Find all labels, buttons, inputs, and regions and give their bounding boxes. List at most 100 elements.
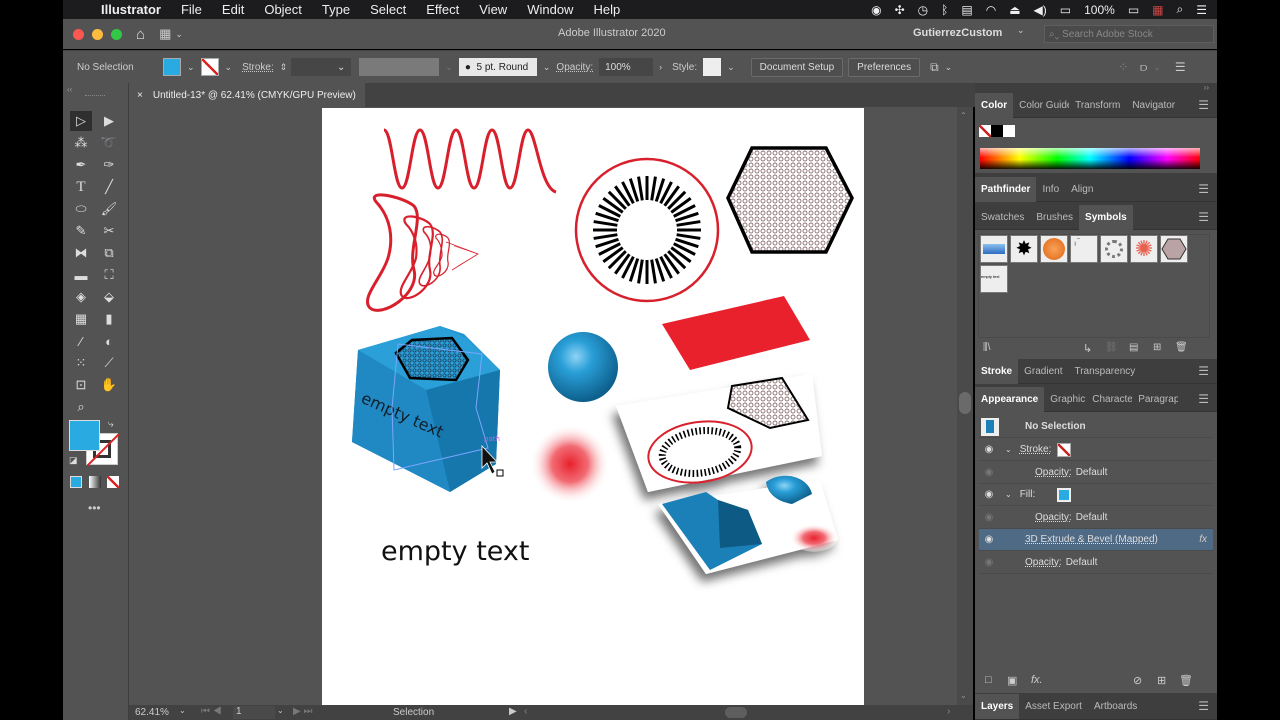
type-tool-icon[interactable]: T bbox=[70, 177, 92, 197]
arrange-chevron-icon[interactable]: ⌄ bbox=[1153, 62, 1161, 73]
stroke-label[interactable]: Stroke: bbox=[242, 62, 274, 73]
perspective-panel-lower[interactable] bbox=[658, 475, 838, 574]
selection-tool-icon[interactable]: ▷ bbox=[70, 111, 92, 131]
tab-transform[interactable]: Transform bbox=[1069, 93, 1126, 118]
reflect-tool-icon[interactable]: ⧓ bbox=[70, 243, 92, 263]
visibility-eye-icon[interactable]: ◉ bbox=[979, 444, 999, 455]
opacity-attr-label[interactable]: Opacity: bbox=[1035, 512, 1072, 523]
collapse-toolbar-icon[interactable]: ‹‹ bbox=[67, 85, 72, 94]
tab-info[interactable]: Info bbox=[1036, 177, 1065, 202]
stock-search-input[interactable]: ⌕⌄ Search Adobe Stock bbox=[1044, 25, 1214, 43]
fill-swatch[interactable] bbox=[163, 58, 181, 76]
appearance-row-stroke-opacity[interactable]: ◉ Opacity: Default bbox=[979, 462, 1213, 484]
place-symbol-icon[interactable]: ↳ bbox=[1083, 342, 1092, 355]
notification-center-icon[interactable]: ☰ bbox=[1196, 3, 1207, 17]
none-mode-icon[interactable] bbox=[107, 476, 119, 488]
free-transform-tool-icon[interactable]: ⛶ bbox=[98, 265, 120, 285]
line-tool-icon[interactable]: ╱ bbox=[98, 177, 120, 197]
brush-definition[interactable]: ● 5 pt. Round bbox=[458, 58, 537, 76]
default-colors-icon[interactable]: ◪ bbox=[69, 455, 78, 466]
time-machine-icon[interactable]: ◷ bbox=[918, 3, 928, 17]
direct-selection-tool-icon[interactable]: ▶ bbox=[98, 111, 120, 131]
scissors-tool-icon[interactable]: ✂ bbox=[98, 221, 120, 241]
volume-icon[interactable]: ◀) bbox=[1034, 3, 1047, 17]
perspective-grid-tool-icon[interactable]: ⬙ bbox=[98, 287, 120, 307]
chevron-down-icon[interactable]: ⌄ bbox=[175, 29, 183, 40]
arrange-icon[interactable]: ⫐ bbox=[1140, 60, 1147, 75]
tab-graphic-styles[interactable]: Graphic Styles bbox=[1044, 387, 1086, 412]
add-new-fill-icon[interactable]: ▣ bbox=[1007, 674, 1017, 687]
toolbar-grip[interactable] bbox=[85, 95, 105, 97]
tab-color-guide[interactable]: Color Guide bbox=[1013, 93, 1069, 118]
minimize-window-button[interactable] bbox=[92, 28, 103, 40]
symbol-corner-marks[interactable]: ╷‾ bbox=[1070, 235, 1098, 263]
document-tab[interactable]: × Untitled-13* @ 62.41% (CMYK/GPU Previe… bbox=[129, 83, 365, 107]
vertical-scroll-thumb[interactable] bbox=[959, 392, 971, 414]
curvature-tool-icon[interactable]: ✑ bbox=[98, 155, 120, 175]
bluetooth-icon[interactable]: ᛒ bbox=[941, 3, 948, 17]
eyedropper-tool-icon[interactable]: ⁄ bbox=[70, 331, 92, 351]
variable-width-profile[interactable] bbox=[359, 58, 440, 76]
select-similar-icon[interactable]: ⧉ bbox=[930, 60, 939, 75]
graph-tool-icon[interactable]: ⟋ bbox=[98, 353, 120, 373]
shape-builder-tool-icon[interactable]: ◈ bbox=[70, 287, 92, 307]
pencil-tool-icon[interactable]: ✎ bbox=[70, 221, 92, 241]
zoom-window-button[interactable] bbox=[111, 28, 122, 40]
blend-tool-icon[interactable]: ◐ bbox=[98, 331, 120, 351]
scale-tool-icon[interactable]: ⧉ bbox=[98, 243, 120, 263]
menu-help[interactable]: Help bbox=[593, 2, 620, 17]
none-swatch[interactable] bbox=[979, 125, 991, 137]
edit-toolbar-icon[interactable]: ••• bbox=[88, 501, 101, 515]
color-spectrum[interactable] bbox=[980, 148, 1200, 169]
mesh-tool-icon[interactable]: ▦ bbox=[70, 309, 92, 329]
symbol-empty-text[interactable]: empty text bbox=[980, 265, 1008, 293]
zoom-tool-icon[interactable]: ⌕ bbox=[70, 397, 92, 417]
width-tool-icon[interactable]: ▬ bbox=[70, 265, 92, 285]
stroke-weight-stepper[interactable]: ⇕ bbox=[280, 62, 288, 73]
airplay-icon[interactable]: ▭ bbox=[1060, 3, 1071, 17]
scroll-up-icon[interactable]: ⌃ bbox=[960, 111, 967, 120]
red-blend-shapes[interactable] bbox=[366, 193, 479, 312]
tab-artboards[interactable]: Artboards bbox=[1088, 694, 1143, 719]
add-new-stroke-icon[interactable]: □ bbox=[985, 674, 992, 686]
memory-icon[interactable]: ▤ bbox=[961, 3, 972, 17]
flag-icon[interactable]: ▦ bbox=[1152, 3, 1163, 17]
control-menu-icon[interactable]: ☰ bbox=[1175, 60, 1186, 74]
symbol-hex-pattern[interactable] bbox=[1160, 235, 1188, 263]
opacity-attr-label[interactable]: Opacity: bbox=[1035, 467, 1072, 478]
lasso-tool-icon[interactable]: ➰ bbox=[98, 133, 120, 153]
next-artboard-icon[interactable]: ▶ ⏭ bbox=[293, 706, 312, 717]
paintbrush-tool-icon[interactable]: 🖌 bbox=[98, 199, 120, 219]
collapse-panels-icon[interactable]: ›› bbox=[1204, 83, 1209, 92]
menu-select[interactable]: Select bbox=[370, 2, 406, 17]
panel-menu-icon[interactable]: ☰ bbox=[1198, 364, 1209, 378]
panel-menu-icon[interactable]: ☰ bbox=[1198, 210, 1209, 224]
preferences-button[interactable]: Preferences bbox=[848, 57, 921, 77]
record-icon[interactable]: ◉ bbox=[871, 3, 881, 17]
menu-app[interactable]: Illustrator bbox=[101, 2, 161, 17]
visibility-eye-icon[interactable]: ◉ bbox=[979, 557, 999, 568]
tab-character[interactable]: Character bbox=[1086, 387, 1132, 412]
artboard-dropdown-icon[interactable]: ⌄ bbox=[277, 706, 284, 715]
red-parallelogram[interactable] bbox=[662, 296, 810, 370]
scroll-left-icon[interactable]: ‹ bbox=[524, 706, 527, 717]
appearance-row-fill[interactable]: ◉ ⌄ Fill: bbox=[979, 484, 1213, 506]
opacity-label[interactable]: Opacity: bbox=[556, 62, 593, 73]
menu-object[interactable]: Object bbox=[264, 2, 302, 17]
brush-dropdown-icon[interactable]: ⌄ bbox=[543, 62, 551, 73]
tab-layers[interactable]: Layers bbox=[975, 693, 1020, 719]
tab-asset-export[interactable]: Asset Export bbox=[1019, 694, 1088, 719]
clear-appearance-icon[interactable]: ⊘ bbox=[1133, 674, 1142, 687]
arrange-documents-icon[interactable]: ▦ bbox=[159, 26, 171, 42]
appearance-row-object-opacity[interactable]: ◉ Opacity: Default bbox=[979, 552, 1213, 574]
effect-label[interactable]: 3D Extrude & Bevel (Mapped) bbox=[1025, 534, 1158, 545]
expand-chevron-icon[interactable]: ⌄ bbox=[1005, 445, 1012, 454]
symbol-daisy[interactable]: ✺ bbox=[1130, 235, 1158, 263]
black-swatch[interactable] bbox=[991, 125, 1003, 137]
stroke-swatch[interactable] bbox=[200, 58, 219, 76]
graphic-style-swatch[interactable] bbox=[703, 58, 722, 76]
patterned-hexagon[interactable] bbox=[726, 146, 854, 254]
tab-paragraph[interactable]: Paragraph bbox=[1132, 387, 1178, 412]
symbol-ink-splat[interactable]: ✸ bbox=[1010, 235, 1038, 263]
tab-pathfinder[interactable]: Pathfinder bbox=[975, 176, 1037, 202]
